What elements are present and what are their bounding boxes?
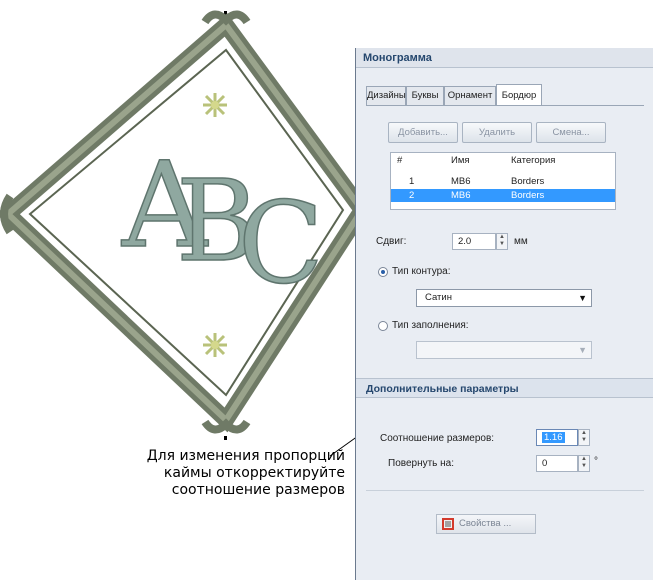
rotate-input[interactable]: 0	[536, 455, 578, 472]
divider	[366, 490, 644, 491]
add-button[interactable]: Добавить...	[388, 122, 458, 143]
fill-type-radio[interactable]	[378, 321, 388, 331]
column-header-number[interactable]: #	[397, 153, 402, 169]
star-top	[203, 93, 227, 117]
row-category: Borders	[511, 190, 545, 201]
tab-ornament[interactable]: Орнамент	[444, 86, 496, 105]
rotate-unit: °	[594, 456, 598, 467]
aspect-ratio-spinner[interactable]: ▲ ▼	[578, 429, 590, 446]
outline-type-radio[interactable]	[378, 267, 388, 277]
table-row[interactable]: 2 MB6 Borders	[391, 189, 615, 202]
offset-unit: мм	[514, 236, 528, 247]
row-category: Borders	[511, 176, 545, 187]
monogram-artwork: A B C	[0, 10, 372, 440]
aspect-ratio-label: Соотношение размеров:	[380, 433, 495, 444]
row-number: 1	[409, 176, 415, 187]
outline-type-select[interactable]: Сатин ▼	[416, 289, 592, 307]
aspect-ratio-value: 1.16	[542, 432, 565, 443]
tab-border[interactable]: Бордюр	[496, 84, 542, 105]
offset-spinner[interactable]: ▲ ▼	[496, 233, 508, 250]
callout-text: Для изменения пропорций каймы откорректи…	[70, 448, 345, 499]
outline-type-value: Сатин	[425, 292, 452, 303]
properties-button[interactable]: Свойства ...	[436, 514, 536, 534]
change-button[interactable]: Смена...	[536, 122, 606, 143]
monogram-letters: A B C	[120, 135, 324, 310]
properties-icon	[442, 518, 454, 530]
aspect-ratio-input[interactable]: 1.16	[536, 429, 578, 446]
column-header-category[interactable]: Категория	[511, 153, 555, 169]
panel-title: Монограмма	[356, 48, 653, 68]
chevron-down-icon: ▼	[578, 293, 587, 303]
properties-label: Свойства ...	[459, 518, 512, 529]
offset-label: Сдвиг:	[376, 236, 407, 247]
borders-table: # Имя Категория 1 MB6 Borders 2 MB6 Bord…	[390, 152, 616, 210]
star-bottom	[203, 333, 227, 357]
tab-letters[interactable]: Буквы	[406, 86, 444, 105]
offset-input[interactable]: 2.0	[452, 233, 496, 250]
callout-line-1: Для изменения пропорций	[146, 448, 345, 464]
column-header-name[interactable]: Имя	[451, 153, 470, 169]
rotate-spinner[interactable]: ▲ ▼	[578, 455, 590, 472]
row-name: MB6	[451, 190, 471, 201]
monogram-panel: Монограмма Дизайны Буквы Орнамент Бордюр…	[355, 48, 653, 580]
rotate-label: Повернуть на:	[388, 458, 455, 469]
table-row[interactable]: 1 MB6 Borders	[391, 175, 615, 188]
chevron-down-icon: ▼	[578, 345, 587, 355]
advanced-section-header[interactable]: Дополнительные параметры	[356, 378, 653, 398]
svg-text:C: C	[238, 179, 324, 309]
fill-type-select[interactable]: ▼	[416, 341, 592, 359]
delete-button[interactable]: Удалить	[462, 122, 532, 143]
fill-type-label: Тип заполнения:	[392, 320, 469, 331]
outline-type-label: Тип контура:	[392, 266, 451, 277]
tab-designs[interactable]: Дизайны	[366, 86, 406, 105]
row-number: 2	[409, 190, 415, 201]
tab-divider	[366, 105, 644, 106]
callout-line-3: соотношение размеров	[171, 482, 345, 498]
row-name: MB6	[451, 176, 471, 187]
callout-line-2: каймы откорректируйте	[163, 465, 345, 481]
